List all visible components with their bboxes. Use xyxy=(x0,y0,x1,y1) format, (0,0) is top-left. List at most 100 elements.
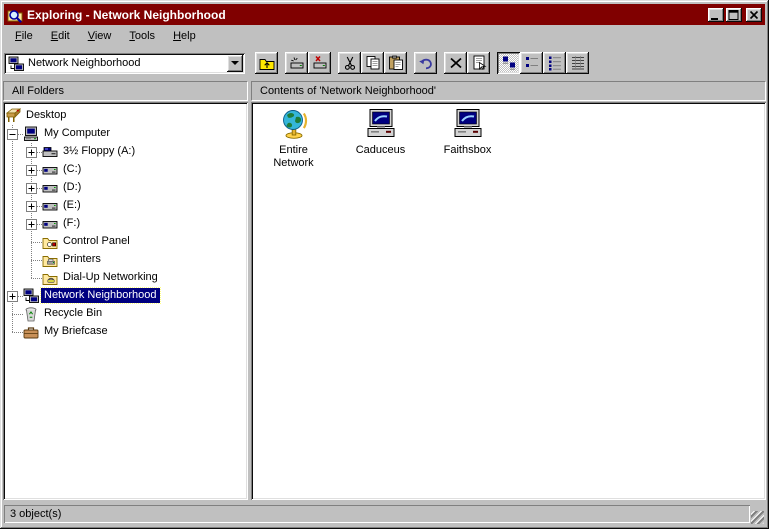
network-computer-icon xyxy=(365,108,397,140)
tree-item-desktop[interactable]: Desktop xyxy=(23,108,69,123)
tree-expander-expand-icon[interactable] xyxy=(26,165,37,176)
menu-view[interactable]: View xyxy=(79,28,121,44)
delete-button[interactable] xyxy=(444,52,467,74)
tree-item--e-[interactable]: (E:) xyxy=(60,198,84,213)
content-pane-header-label: Contents of 'Network Neighborhood' xyxy=(260,85,436,97)
content-item-caduceus[interactable]: Caduceus xyxy=(343,108,418,157)
disconnect-network-drive-button[interactable] xyxy=(308,52,331,74)
content-item-label: Caduceus xyxy=(356,144,406,157)
tree-expander-expand-icon[interactable] xyxy=(26,183,37,194)
map-network-drive-button[interactable] xyxy=(285,52,308,74)
tree-connector-line xyxy=(12,314,23,315)
tree-item-control-panel[interactable]: Control Panel xyxy=(60,234,133,249)
copy-icon xyxy=(365,55,381,71)
toolbar-buttons xyxy=(255,52,589,74)
network-neighborhood-icon xyxy=(23,288,39,304)
drive-icon xyxy=(42,198,58,214)
recycle-bin-icon xyxy=(23,306,39,322)
close-button[interactable] xyxy=(746,8,762,22)
toolbar-separator xyxy=(407,52,414,74)
content-pane-header: Contents of 'Network Neighborhood' xyxy=(251,81,766,101)
map-network-drive-icon xyxy=(289,55,305,71)
address-value: Network Neighborhood xyxy=(28,57,227,69)
up-one-level-button[interactable] xyxy=(255,52,278,74)
tree-connector-line xyxy=(31,260,42,261)
view-large-icons-button[interactable] xyxy=(497,52,520,74)
tree-expander-expand-icon[interactable] xyxy=(26,219,37,230)
my-computer-icon xyxy=(23,126,39,142)
resize-grip-icon[interactable] xyxy=(751,511,764,524)
titlebar[interactable]: Exploring - Network Neighborhood xyxy=(4,4,765,25)
network-computer-icon xyxy=(452,108,484,140)
paste-button[interactable] xyxy=(384,52,407,74)
toolbar-separator xyxy=(437,52,444,74)
tree-expander-expand-icon[interactable] xyxy=(26,201,37,212)
tree-item--f-[interactable]: (F:) xyxy=(60,216,83,231)
delete-icon xyxy=(448,55,464,71)
properties-button[interactable] xyxy=(467,52,490,74)
address-dropdown-button[interactable] xyxy=(227,55,243,72)
drive-icon xyxy=(42,162,58,178)
toolbar-separator xyxy=(490,52,497,74)
toolbar: Network Neighborhood xyxy=(4,46,765,80)
content-item-faithsbox[interactable]: Faithsbox xyxy=(430,108,505,157)
toolbar-separator xyxy=(331,52,338,74)
status-panel: 3 object(s) xyxy=(4,505,750,523)
tree-item-3-floppy-a-[interactable]: 3½ Floppy (A:) xyxy=(60,144,138,159)
view-details-button[interactable] xyxy=(566,52,589,74)
tree-item--d-[interactable]: (D:) xyxy=(60,180,84,195)
copy-button[interactable] xyxy=(361,52,384,74)
tree-item-dial-up-networking[interactable]: Dial-Up Networking xyxy=(60,270,161,285)
menu-help[interactable]: Help xyxy=(164,28,205,44)
tree-item-my-computer[interactable]: My Computer xyxy=(41,126,113,141)
folder-tree-pane: Desktop My Computer 3½ Floppy (A:) (C:) (D:)… xyxy=(3,102,248,500)
tree-expander-expand-icon[interactable] xyxy=(26,147,37,158)
minimize-button[interactable] xyxy=(708,8,724,22)
cut-button[interactable] xyxy=(338,52,361,74)
tree-connector-line xyxy=(31,278,42,279)
entire-network-icon xyxy=(278,108,310,140)
menu-file[interactable]: File xyxy=(6,28,42,44)
dial-up-icon xyxy=(42,270,58,286)
maximize-button[interactable] xyxy=(726,8,742,22)
disconnect-network-drive-icon xyxy=(312,55,328,71)
view-list-icon xyxy=(547,55,563,71)
printers-icon xyxy=(42,252,58,268)
content-item-label: Entire Network xyxy=(258,144,330,170)
briefcase-icon xyxy=(23,324,39,340)
tree-item-my-briefcase[interactable]: My Briefcase xyxy=(41,324,111,339)
control-panel-icon xyxy=(42,234,58,250)
desktop-icon xyxy=(5,108,21,124)
view-large-icons-icon xyxy=(501,55,517,71)
menu-tools[interactable]: Tools xyxy=(120,28,164,44)
content-item-entire-network[interactable]: Entire Network xyxy=(256,108,331,170)
tree-pane-header: All Folders xyxy=(3,81,248,101)
tree-expander-expand-icon[interactable] xyxy=(7,291,18,302)
content-pane: Entire Network Caduceus Faithsbox xyxy=(251,102,766,500)
undo-icon xyxy=(418,55,434,71)
explorer-app-icon[interactable] xyxy=(7,7,23,23)
undo-button[interactable] xyxy=(414,52,437,74)
tree-connector-line xyxy=(31,242,42,243)
menu-bar: FileEditViewToolsHelp xyxy=(4,26,765,45)
tree-item-printers[interactable]: Printers xyxy=(60,252,104,267)
view-details-icon xyxy=(570,55,586,71)
tree-pane-header-label: All Folders xyxy=(12,85,64,97)
view-list-button[interactable] xyxy=(543,52,566,74)
cut-icon xyxy=(342,55,358,71)
tree-expander-collapse-icon[interactable] xyxy=(7,129,18,140)
content-item-label: Faithsbox xyxy=(444,144,492,157)
status-bar: 3 object(s) xyxy=(4,503,765,525)
tree-item-recycle-bin[interactable]: Recycle Bin xyxy=(41,306,105,321)
tree-item-network-neighborhood[interactable]: Network Neighborhood xyxy=(41,288,160,303)
drive-icon xyxy=(42,180,58,196)
address-combobox[interactable]: Network Neighborhood xyxy=(4,53,245,74)
tree-item--c-[interactable]: (C:) xyxy=(60,162,84,177)
view-small-icons-button[interactable] xyxy=(520,52,543,74)
view-small-icons-icon xyxy=(524,55,540,71)
tree-connector-line xyxy=(12,332,23,333)
window-title: Exploring - Network Neighborhood xyxy=(27,8,706,22)
paste-icon xyxy=(388,55,404,71)
menu-edit[interactable]: Edit xyxy=(42,28,79,44)
explorer-window: Exploring - Network Neighborhood FileEdi… xyxy=(0,0,769,529)
